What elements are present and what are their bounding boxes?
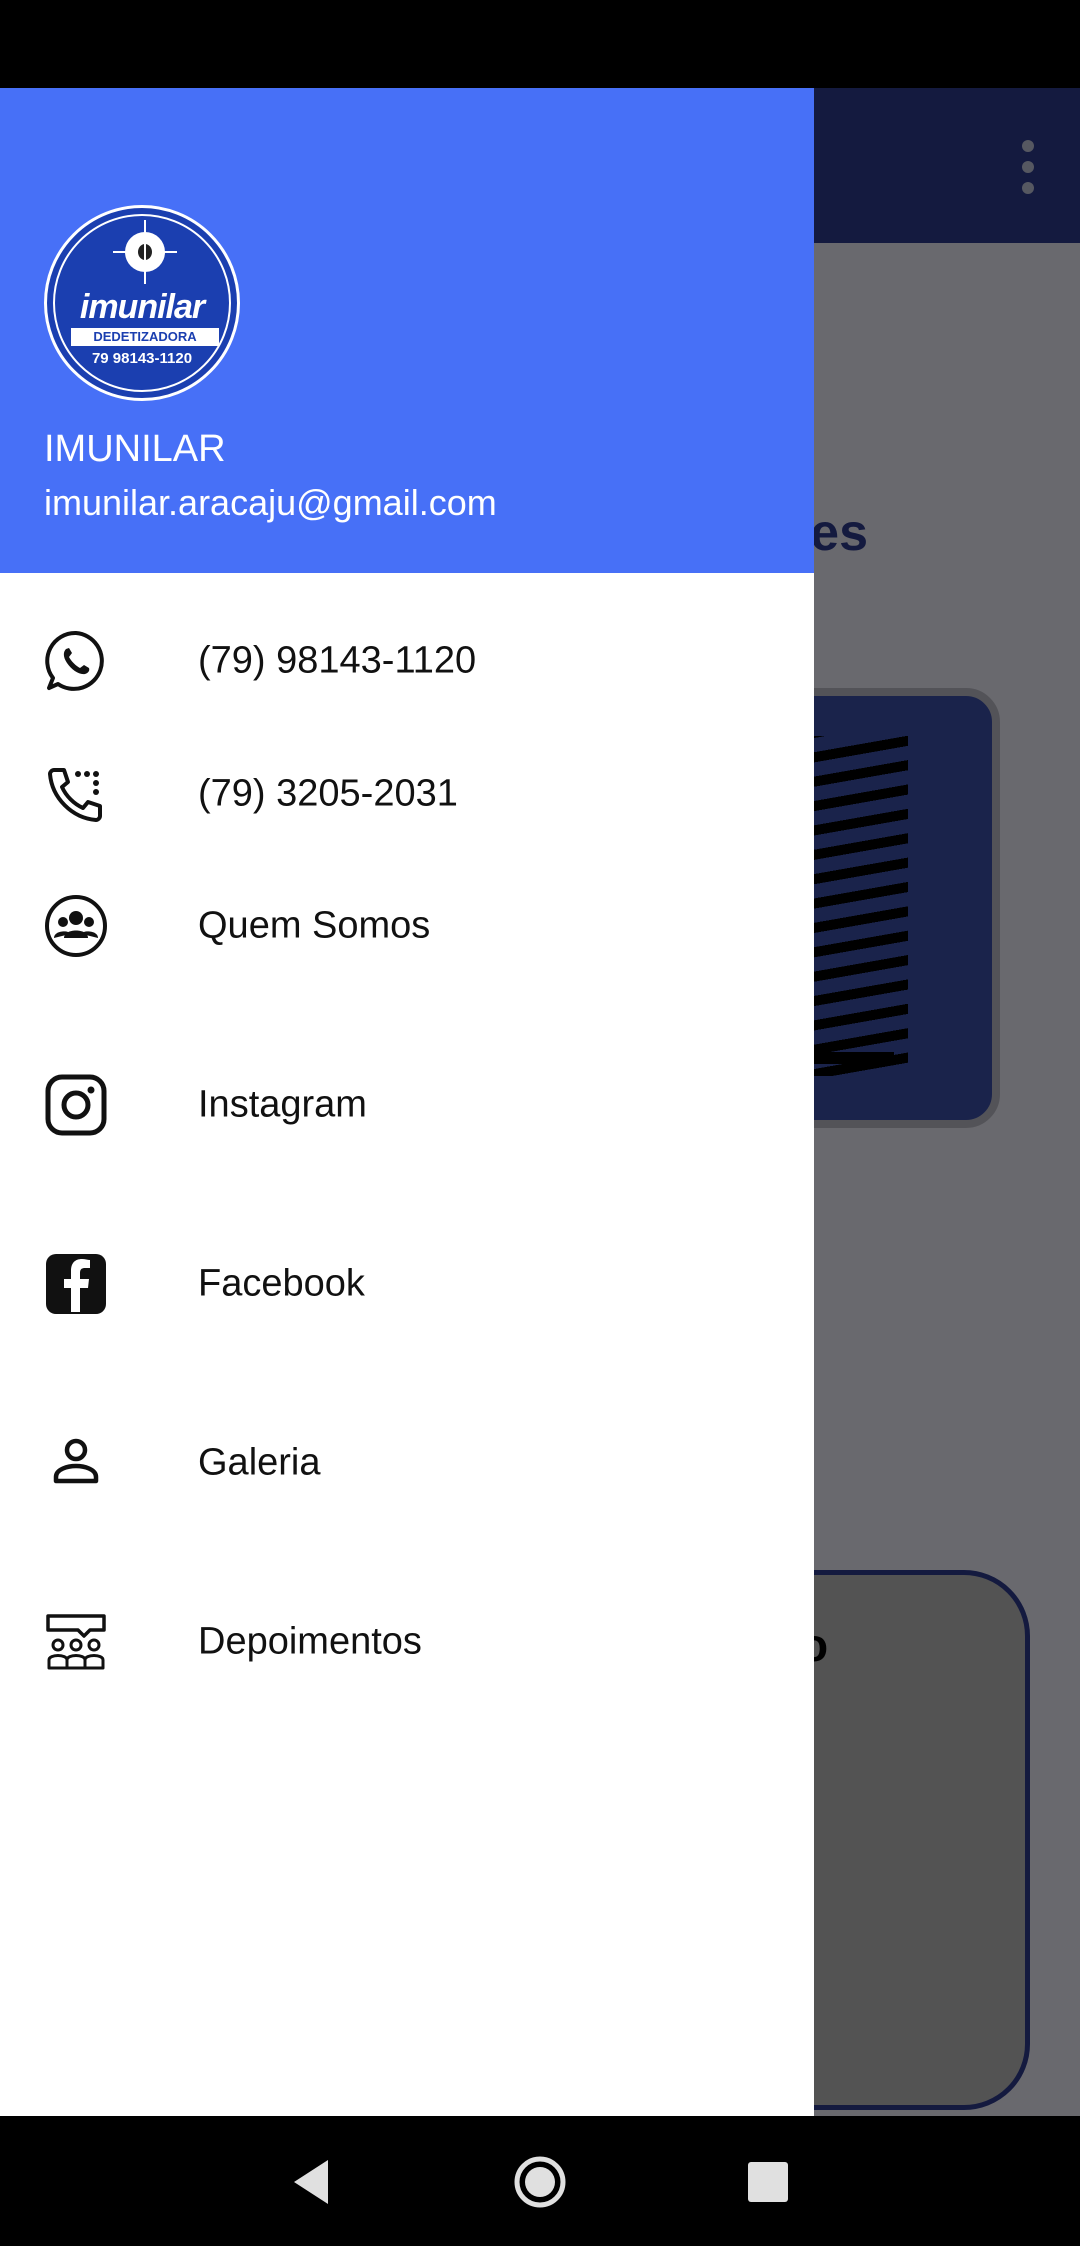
testimonials-icon (46, 1614, 106, 1670)
drawer-item-quem-somos[interactable]: Quem Somos (0, 866, 814, 986)
bug-icon (138, 244, 152, 260)
facebook-icon (46, 1254, 106, 1314)
status-bar (0, 0, 1080, 88)
drawer-item-label: Facebook (198, 1262, 365, 1305)
target-icon (113, 220, 177, 284)
back-icon[interactable] (284, 2154, 340, 2210)
drawer-item-label: Instagram (198, 1083, 367, 1126)
recents-icon[interactable] (740, 2154, 796, 2210)
group-icon (45, 895, 107, 957)
imunilar-logo: imunilar DEDETIZADORA 79 98143-1120 (44, 205, 240, 401)
drawer-item-galeria[interactable]: Galeria (0, 1403, 814, 1523)
drawer-user-name: IMUNILAR (44, 428, 226, 470)
drawer-item-facebook[interactable]: Facebook (0, 1224, 814, 1344)
drawer-item-phone[interactable]: (79) 3205-2031 (0, 734, 814, 854)
instagram-icon (45, 1074, 107, 1136)
drawer-header: imunilar DEDETIZADORA 79 98143-1120 IMUN… (0, 88, 814, 573)
logo-subtitle: DEDETIZADORA (71, 328, 219, 346)
phone-dialpad-icon (48, 768, 102, 822)
logo-brand-text: imunilar (79, 288, 205, 326)
logo-phone: 79 98143-1120 (91, 350, 193, 367)
person-icon (53, 1438, 99, 1484)
system-navigation-bar (0, 2116, 1080, 2246)
navigation-drawer: imunilar DEDETIZADORA 79 98143-1120 IMUN… (0, 88, 814, 2116)
drawer-item-label: Quem Somos (198, 904, 431, 947)
drawer-user-email: imunilar.aracaju@gmail.com (44, 482, 497, 523)
drawer-item-label: Galeria (198, 1441, 321, 1484)
drawer-item-label: Depoimentos (198, 1620, 422, 1663)
drawer-item-instagram[interactable]: Instagram (0, 1045, 814, 1165)
drawer-item-depoimentos[interactable]: Depoimentos (0, 1582, 814, 1702)
whatsapp-icon (45, 630, 104, 691)
home-icon[interactable] (512, 2154, 568, 2210)
drawer-item-whatsapp[interactable]: (79) 98143-1120 (0, 601, 814, 721)
drawer-item-label: (79) 98143-1120 (198, 639, 477, 682)
drawer-item-label: (79) 3205-2031 (198, 772, 458, 815)
